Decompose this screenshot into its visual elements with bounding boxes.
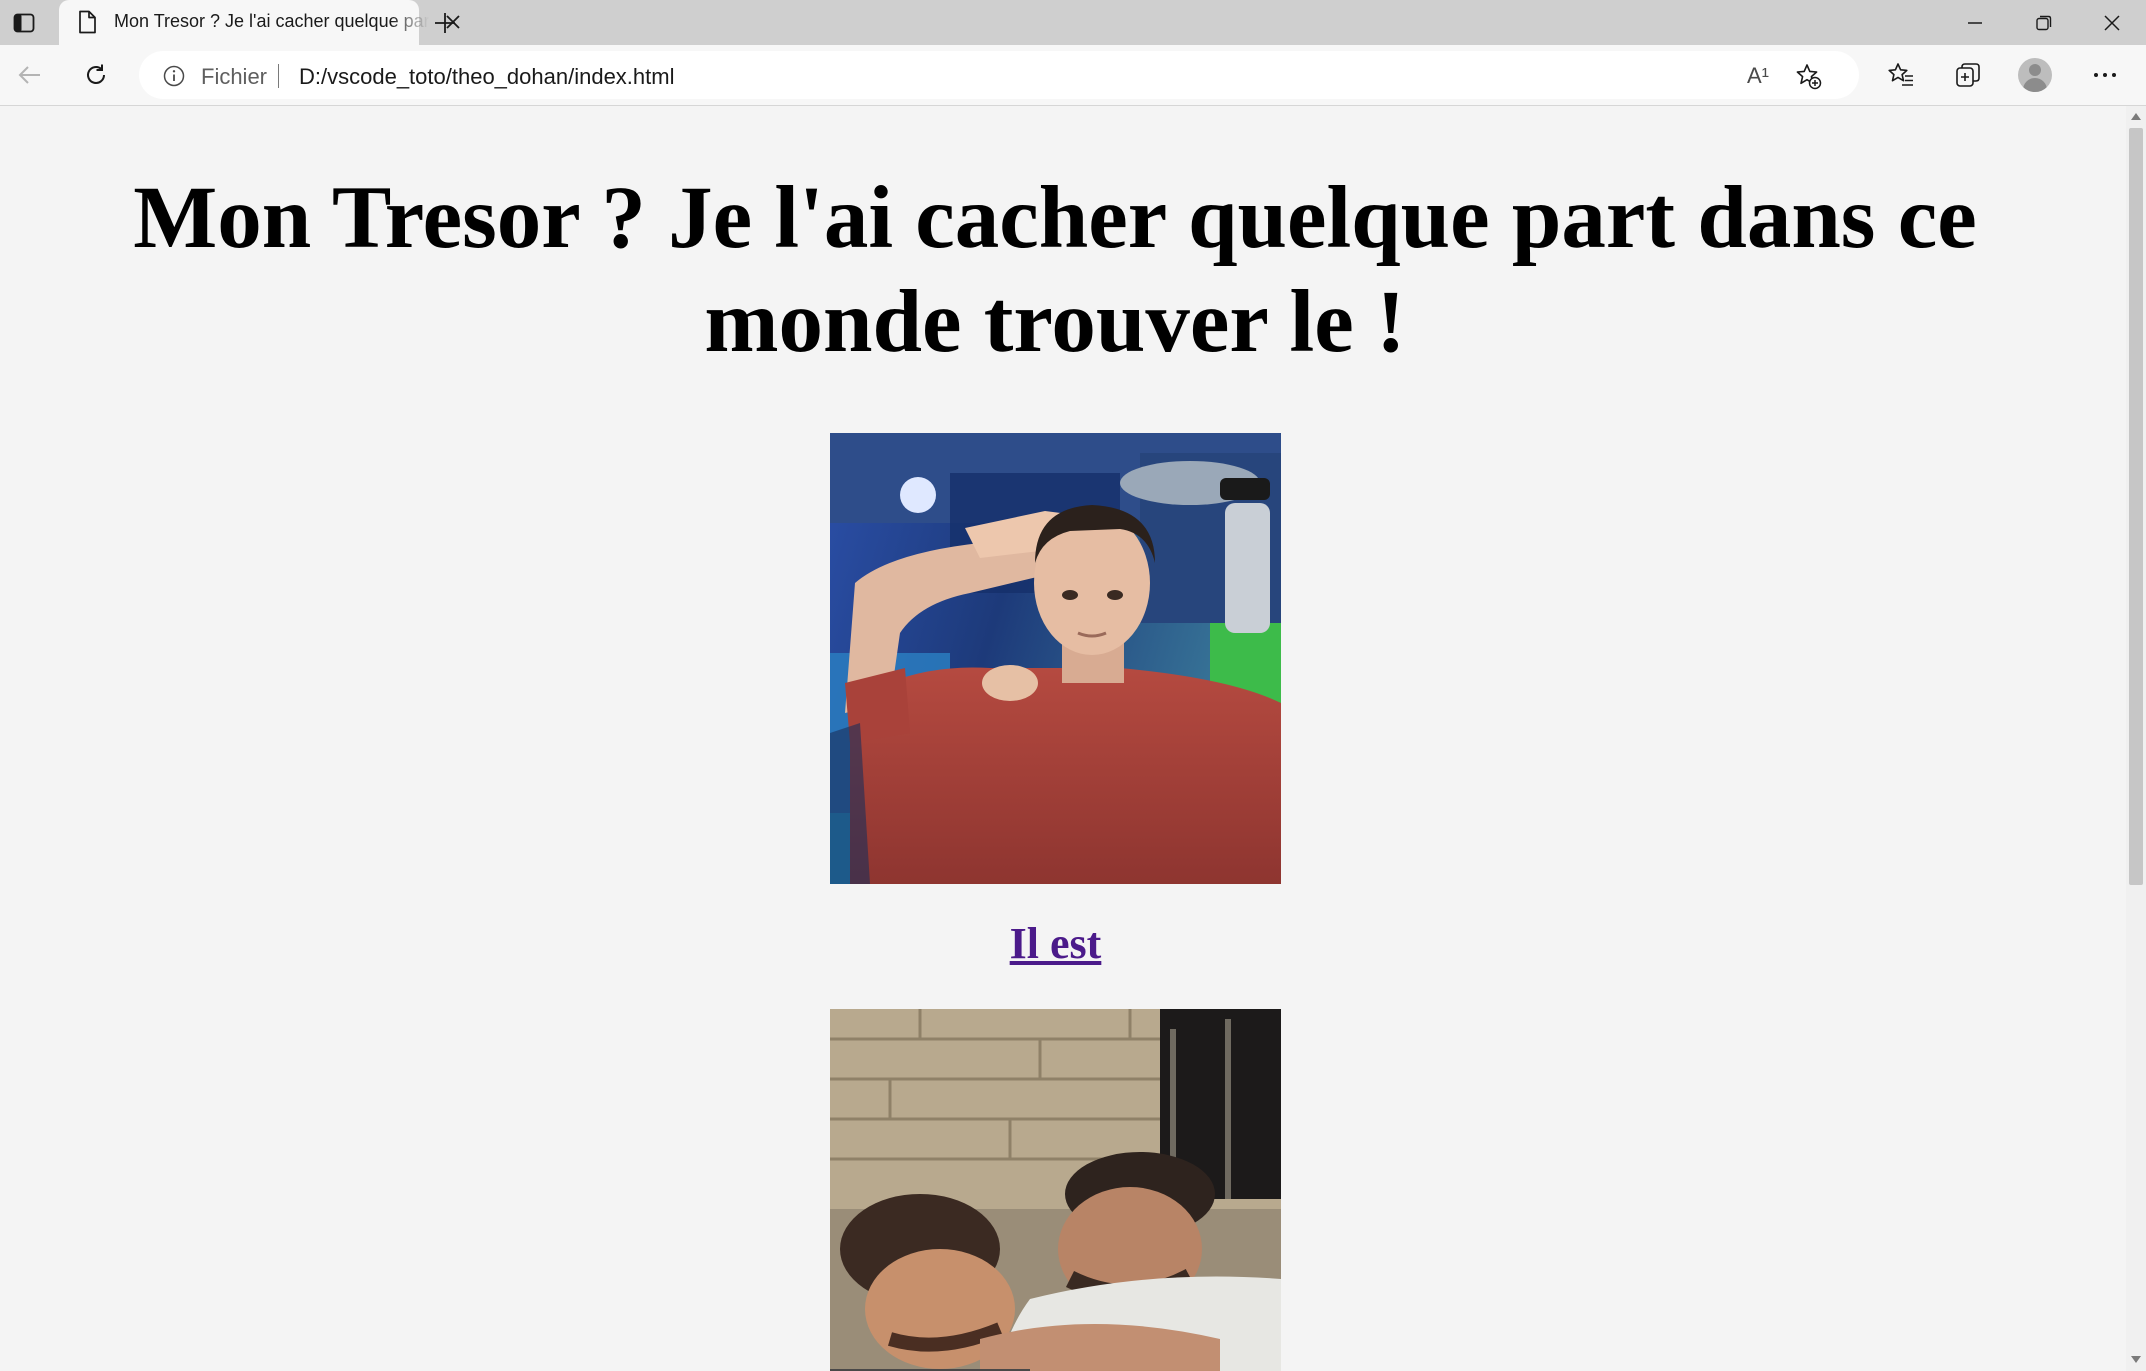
page-icon bbox=[79, 10, 96, 34]
restore-button[interactable] bbox=[2010, 0, 2078, 45]
scroll-up-arrow-icon[interactable] bbox=[2130, 112, 2142, 122]
profile-avatar[interactable] bbox=[2018, 58, 2052, 92]
plus-icon bbox=[435, 13, 455, 33]
add-favorite-button[interactable] bbox=[1792, 60, 1824, 92]
scroll-down-arrow-icon[interactable] bbox=[2130, 1354, 2142, 1364]
scrollbar-thumb[interactable] bbox=[2129, 128, 2143, 885]
il-est-link[interactable]: Il est bbox=[0, 918, 2111, 969]
favorites-button[interactable] bbox=[1881, 55, 1921, 95]
close-window-button[interactable] bbox=[2078, 0, 2146, 45]
page-content: Mon Tresor ? Je l'ai cacher quelque part… bbox=[0, 106, 2126, 1371]
browser-toolbar: Fichier D:/vscode_toto/theo_dohan/index.… bbox=[0, 45, 2146, 106]
avatar-body bbox=[2023, 78, 2047, 92]
photo-saluting-man bbox=[830, 433, 1281, 884]
tab-title: Mon Tresor ? Je l'ai cacher quelque part… bbox=[114, 11, 429, 31]
tab-actions-icon bbox=[13, 13, 35, 33]
favorites-icon bbox=[1888, 63, 1913, 86]
refresh-button[interactable] bbox=[76, 55, 116, 95]
back-arrow-icon bbox=[18, 66, 40, 84]
read-aloud-button[interactable]: A¹ bbox=[1743, 61, 1773, 91]
refresh-icon bbox=[87, 64, 105, 84]
photo-laughing-friends bbox=[830, 1009, 1281, 1371]
minimize-icon bbox=[1968, 21, 1982, 24]
info-icon bbox=[163, 65, 185, 87]
collections-button[interactable] bbox=[1948, 55, 1988, 95]
tab-strip: Mon Tresor ? Je l'ai cacher quelque part… bbox=[0, 0, 2146, 45]
read-aloud-icon: A¹ bbox=[1747, 63, 1769, 88]
url-text[interactable]: D:/vscode_toto/theo_dohan/index.html bbox=[299, 64, 674, 90]
back-button[interactable] bbox=[10, 55, 50, 95]
collections-icon bbox=[1956, 63, 1980, 87]
settings-more-button[interactable] bbox=[2085, 55, 2125, 95]
star-plus-icon bbox=[1796, 64, 1822, 90]
minimize-button[interactable] bbox=[1941, 0, 2009, 45]
site-info-label[interactable]: Fichier bbox=[201, 64, 267, 90]
page-heading: Mon Tresor ? Je l'ai cacher quelque part… bbox=[133, 169, 1977, 371]
new-tab-button[interactable] bbox=[428, 6, 462, 40]
photo-laughing-friends-graphic bbox=[830, 1009, 1281, 1371]
photo-saluting-man-graphic bbox=[830, 433, 1281, 884]
more-dots-icon bbox=[2094, 73, 2116, 77]
restore-icon bbox=[2036, 15, 2052, 30]
address-separator bbox=[278, 64, 279, 88]
close-window-icon bbox=[2104, 14, 2120, 31]
address-bar[interactable]: Fichier D:/vscode_toto/theo_dohan/index.… bbox=[139, 51, 1859, 99]
tab-actions-button[interactable] bbox=[6, 6, 42, 40]
avatar-head bbox=[2029, 64, 2041, 76]
active-tab[interactable]: Mon Tresor ? Je l'ai cacher quelque part… bbox=[59, 0, 460, 45]
